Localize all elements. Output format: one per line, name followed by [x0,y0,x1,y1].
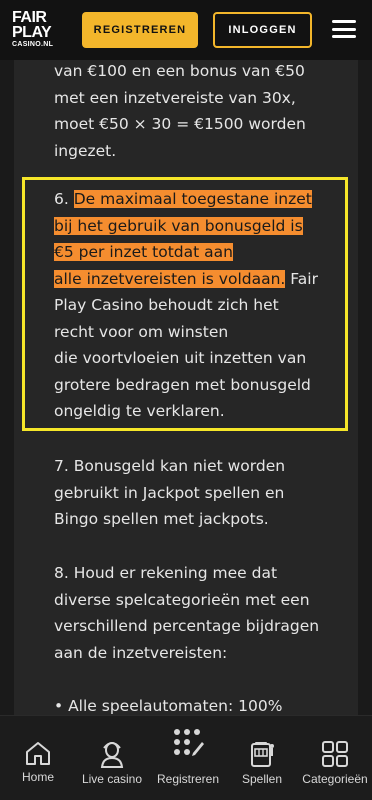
nav-register-label: Registreren [156,772,220,786]
text-line: Bingo spellen met jackpots. [54,510,269,528]
text-line: met een inzetvereiste van 30x, [54,88,296,107]
terms-content[interactable]: van €100 en een bonus van €50 met een in… [14,60,358,715]
text-line: recht voor om winsten [54,322,229,341]
nav-games[interactable]: Spellen [240,740,284,786]
text-line: ongeldig te verklaren. [54,402,225,420]
paragraph-5-continuation: van €100 en een bonus van €50 met een in… [54,60,354,164]
live-dealer-icon [100,742,124,768]
nav-live-casino[interactable]: Live casino [80,740,144,786]
nav-home-label: Home [21,770,54,784]
list-item: • Alle speelautomaten: 100% [54,697,283,715]
paragraph-6: 6. De maximaal toegestane inzet bij het … [54,186,354,425]
grid-icon [322,741,348,767]
text-line: Play Casino behoudt zich het [54,296,279,314]
nav-categories[interactable]: Categorieën [301,740,369,786]
text-line: moet €50 × 30 = €1500 worden [54,115,306,133]
text-line: aan de inzetvereisten: [54,643,228,662]
nav-games-label: Spellen [241,772,283,786]
text-line: van €100 en een bonus van €50 [54,62,305,80]
nav-live-casino-label: Live casino [81,772,143,786]
highlighted-text: De maximaal toegestane inzet [73,190,312,208]
text-line: grotere bedragen met bonusgeld [54,375,311,394]
logo-line-3: CASINO.NL [12,41,54,49]
paragraph-number: 6. [54,190,69,208]
text-line: gebruikt in Jackpot spellen en [54,483,285,502]
text-line: diverse spelcategorieën met een [54,590,310,609]
nav-home[interactable]: Home [18,740,58,784]
highlighted-text: bij het gebruik van bonusgeld is [54,216,303,235]
text-line: 8. Houd er rekening mee dat [54,564,278,582]
slot-machine-icon [251,742,274,767]
home-icon [26,742,50,765]
fairplay-logo[interactable]: FAIR PLAY CASINO.NL [12,10,72,49]
text-line: 7. Bonusgeld kan niet worden [54,457,286,475]
nav-categories-label: Categorieën [302,772,368,786]
hamburger-menu-icon[interactable] [332,20,356,38]
highlighted-text: €5 per inzet totdat aan [54,243,233,261]
logo-line-2: PLAY [12,23,52,41]
bottom-navigation: Home Live casino Registreren Spellen Cat… [0,715,372,800]
register-dots-icon [174,729,204,756]
text-fragment: Fair [285,269,318,288]
nav-register[interactable]: Registreren [153,726,223,786]
login-button[interactable]: INLOGGEN [213,12,312,48]
paragraph-8: 8. Houd er rekening mee dat diverse spel… [54,560,354,666]
text-line: ingezet. [54,141,117,160]
paragraph-7: 7. Bonusgeld kan niet worden gebruikt in… [54,453,354,533]
highlighted-text: alle inzetvereisten is voldaan. [54,269,286,288]
text-line: verschillend percentage bijdragen [54,617,320,635]
header: FAIR PLAY CASINO.NL REGISTREREN INLOGGEN [0,0,372,60]
text-line: die voortvloeien uit inzetten van [54,349,307,367]
register-button[interactable]: REGISTREREN [82,12,198,48]
